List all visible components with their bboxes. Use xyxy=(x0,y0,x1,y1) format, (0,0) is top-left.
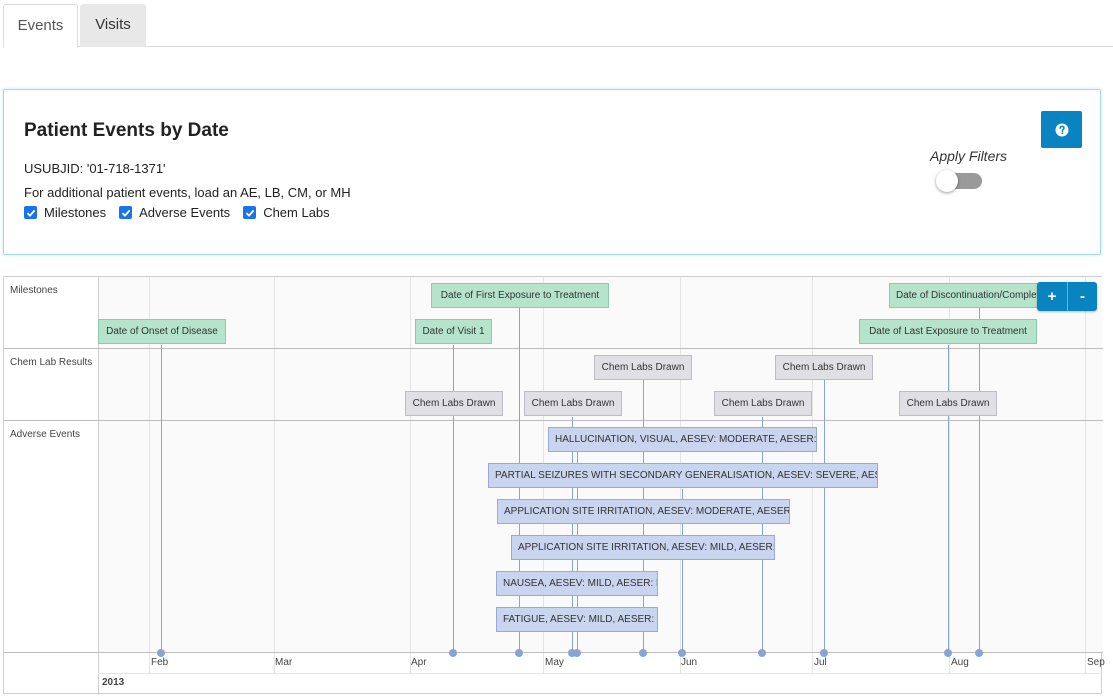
event-dot[interactable] xyxy=(944,649,952,657)
milestone-last-exposure[interactable]: Date of Last Exposure to Treatment xyxy=(859,319,1037,344)
chem-lab-event[interactable]: Chem Labs Drawn xyxy=(714,391,812,416)
milestone-visit-1[interactable]: Date of Visit 1 xyxy=(415,319,492,344)
month-tick: Aug xyxy=(951,657,969,668)
event-dot[interactable] xyxy=(157,649,165,657)
event-dot[interactable] xyxy=(758,649,766,657)
month-tick: Jun xyxy=(681,657,698,668)
month-tick: Feb xyxy=(151,657,169,668)
grid-line xyxy=(1085,277,1086,673)
page-title: Patient Events by Date xyxy=(24,120,229,141)
apply-filters-label: Apply Filters xyxy=(930,148,1008,164)
event-dot[interactable] xyxy=(975,649,983,657)
adverse-event-bar[interactable]: APPLICATION SITE IRRITATION, AESEV: MODE… xyxy=(497,499,790,524)
check-icon xyxy=(26,209,35,217)
filter-checkboxes: Milestones Adverse Events Chem Labs xyxy=(24,205,343,220)
zoom-out-button[interactable]: - xyxy=(1067,282,1097,311)
milestone-onset-of-disease[interactable]: Date of Onset of Disease xyxy=(98,319,226,344)
check-icon xyxy=(245,209,254,217)
subject-id: USUBJID: '01-718-1371' xyxy=(24,161,166,176)
adverse-event-bar[interactable]: FATIGUE, AESEV: MILD, AESER: N xyxy=(496,607,658,632)
tab-visits[interactable]: Visits xyxy=(80,4,146,47)
milestones-checkbox-label[interactable]: Milestones xyxy=(44,205,106,220)
adverse-event-bar[interactable]: PARTIAL SEIZURES WITH SECONDARY GENERALI… xyxy=(488,463,878,488)
chem-lab-event[interactable]: Chem Labs Drawn xyxy=(405,391,503,416)
milestone-discontinuation[interactable]: Date of Discontinuation/Completion xyxy=(889,283,1049,308)
event-line xyxy=(824,380,825,653)
tab-bar: Events Visits xyxy=(3,4,1113,48)
month-tick: Jul xyxy=(814,657,827,668)
month-tick: May xyxy=(545,657,564,668)
event-dot[interactable] xyxy=(515,649,523,657)
chem-labs-checkbox[interactable] xyxy=(243,206,257,219)
grid-line xyxy=(410,277,411,673)
tab-events[interactable]: Events xyxy=(3,4,78,48)
adverse-event-bar[interactable]: HALLUCINATION, VISUAL, AESEV: MODERATE, … xyxy=(548,427,817,452)
event-line xyxy=(979,308,980,653)
chem-lab-event[interactable]: Chem Labs Drawn xyxy=(594,355,692,380)
adverse-events-checkbox-label[interactable]: Adverse Events xyxy=(139,205,230,220)
adverse-event-bar[interactable]: APPLICATION SITE IRRITATION, AESEV: MILD… xyxy=(511,535,775,560)
question-circle-icon xyxy=(1055,123,1068,136)
year-label: 2013 xyxy=(102,677,125,688)
load-hint: For additional patient events, load an A… xyxy=(24,185,351,200)
row-label-adverse-events: Adverse Events xyxy=(10,429,81,440)
zoom-in-button[interactable]: + xyxy=(1037,282,1067,311)
chem-labs-checkbox-label[interactable]: Chem Labs xyxy=(263,205,329,220)
chem-lab-event[interactable]: Chem Labs Drawn xyxy=(524,391,622,416)
month-tick: Mar xyxy=(275,657,293,668)
row-label-chem-labs: Chem Lab Results xyxy=(10,357,93,368)
zoom-controls: + - xyxy=(1037,282,1097,311)
event-line xyxy=(161,345,162,653)
adverse-event-bar[interactable]: NAUSEA, AESEV: MILD, AESER: N xyxy=(496,571,658,596)
milestone-first-exposure[interactable]: Date of First Exposure to Treatment xyxy=(431,283,609,308)
event-dot[interactable] xyxy=(573,649,581,657)
adverse-events-checkbox[interactable] xyxy=(119,206,133,219)
grid-line xyxy=(274,277,275,673)
event-dot[interactable] xyxy=(449,649,457,657)
apply-filters-toggle[interactable] xyxy=(936,170,982,192)
check-icon xyxy=(121,209,130,217)
patient-events-card: Patient Events by Date USUBJID: '01-718-… xyxy=(3,89,1101,255)
chem-lab-event[interactable]: Chem Labs Drawn xyxy=(775,355,873,380)
help-button[interactable] xyxy=(1041,111,1082,148)
month-tick: Sep xyxy=(1087,657,1105,668)
event-dot[interactable] xyxy=(639,649,647,657)
row-label-milestones: Milestones xyxy=(10,285,58,296)
chem-lab-event[interactable]: Chem Labs Drawn xyxy=(899,391,997,416)
milestones-checkbox[interactable] xyxy=(24,206,37,219)
event-dot[interactable] xyxy=(678,649,686,657)
month-tick: Apr xyxy=(411,657,427,668)
event-dot[interactable] xyxy=(820,649,828,657)
events-timeline: Milestones Chem Lab Results Adverse Even… xyxy=(3,276,1105,695)
